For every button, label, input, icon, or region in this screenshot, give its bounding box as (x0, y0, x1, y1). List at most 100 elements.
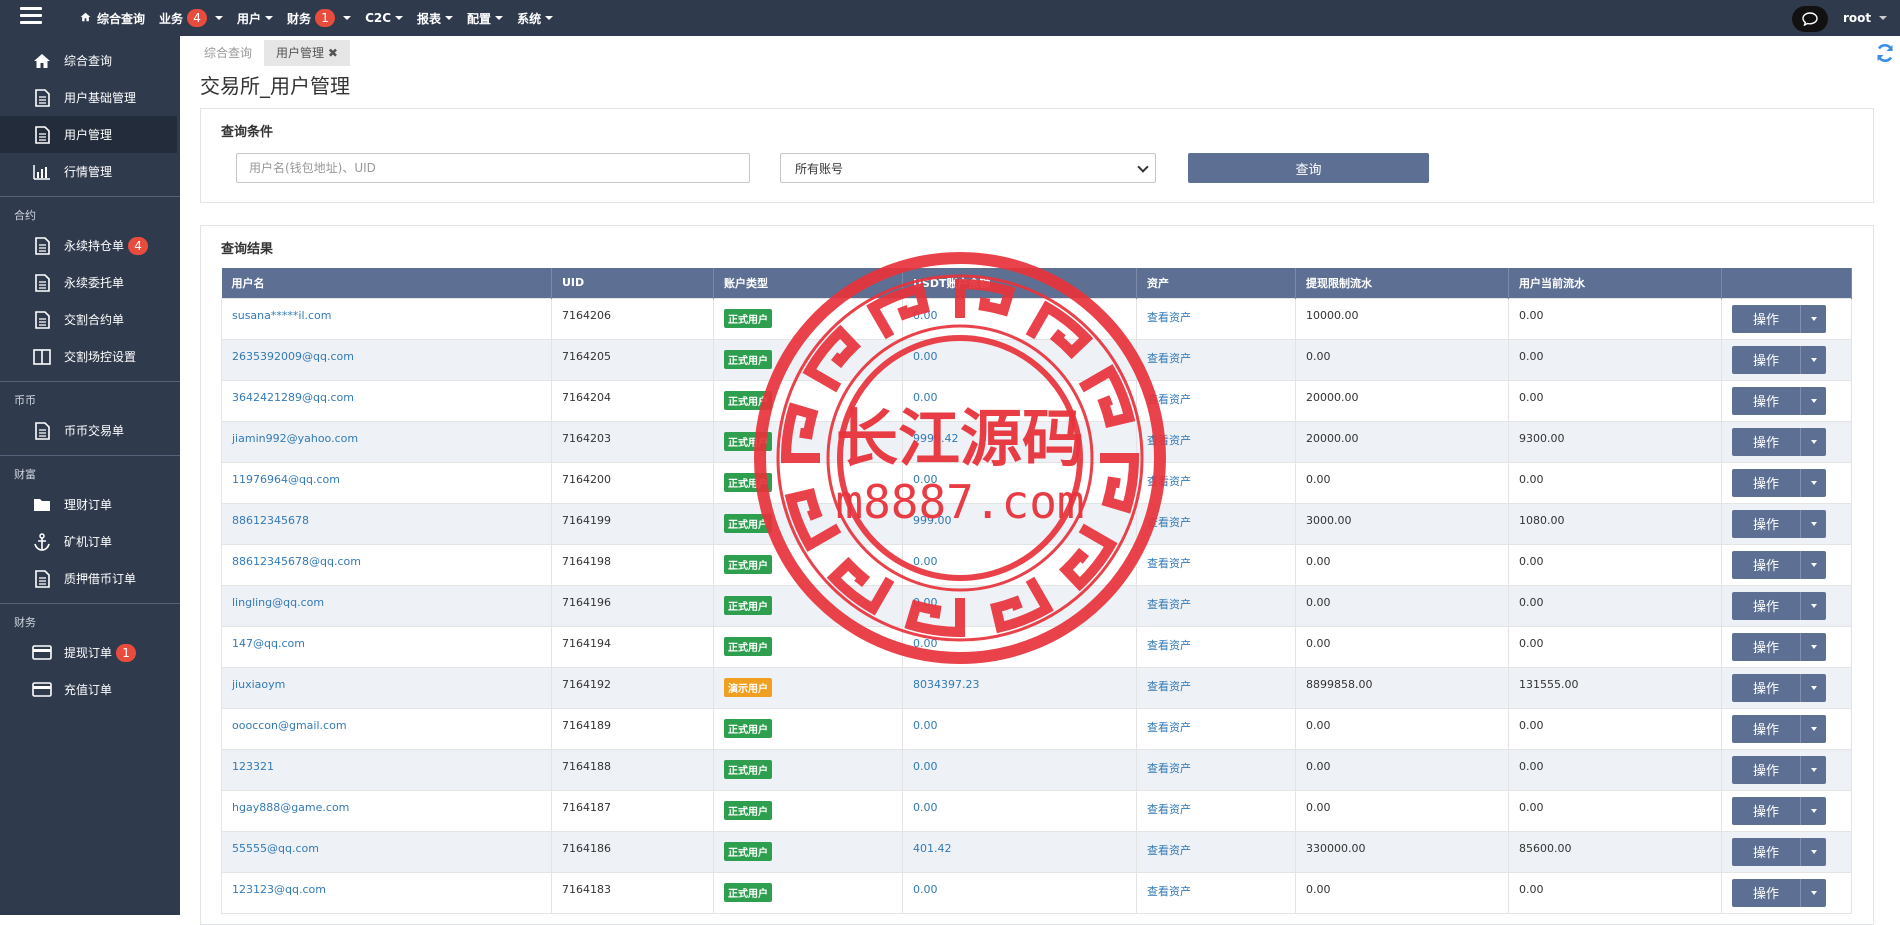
operate-button[interactable]: 操作 (1732, 755, 1800, 784)
sidebar-item[interactable]: 交割场控设置 (0, 338, 180, 375)
view-assets-link[interactable]: 查看资产 (1147, 680, 1191, 693)
operate-button[interactable]: 操作 (1732, 468, 1800, 497)
view-assets-link[interactable]: 查看资产 (1147, 803, 1191, 816)
operate-dropdown-toggle[interactable] (1800, 632, 1826, 661)
top-nav-item-5[interactable]: 报表 (417, 10, 454, 27)
top-nav-item-4[interactable]: C2C (365, 11, 404, 25)
operate-dropdown-toggle[interactable] (1800, 509, 1826, 538)
tab-user-management[interactable]: 用户管理 ✖ (264, 40, 350, 66)
operate-dropdown-toggle[interactable] (1800, 550, 1826, 579)
balance-link[interactable]: 0.00 (913, 637, 938, 650)
operate-button[interactable]: 操作 (1732, 837, 1800, 866)
top-nav-item-6[interactable]: 配置 (467, 10, 504, 27)
view-assets-link[interactable]: 查看资产 (1147, 844, 1191, 857)
operate-dropdown-toggle[interactable] (1800, 304, 1826, 333)
sidebar-item[interactable]: 行情管理 (0, 153, 180, 190)
username-link[interactable]: lingling@qq.com (232, 596, 324, 609)
tab-overview[interactable]: 综合查询 (192, 40, 264, 66)
operate-button[interactable]: 操作 (1732, 591, 1800, 620)
sidebar-item[interactable]: 理财订单 (0, 486, 180, 523)
chat-icon[interactable] (1792, 6, 1828, 32)
balance-link[interactable]: 0.00 (913, 350, 938, 363)
menu-toggle-icon[interactable] (20, 7, 42, 27)
top-nav-item-2[interactable]: 用户 (237, 10, 274, 27)
operate-dropdown-toggle[interactable] (1800, 755, 1826, 784)
operate-button[interactable]: 操作 (1732, 632, 1800, 661)
operate-dropdown-toggle[interactable] (1800, 796, 1826, 825)
operate-button[interactable]: 操作 (1732, 427, 1800, 456)
operate-button[interactable]: 操作 (1732, 673, 1800, 702)
view-assets-link[interactable]: 查看资产 (1147, 762, 1191, 775)
top-nav-item-7[interactable]: 系统 (517, 10, 554, 27)
view-assets-link[interactable]: 查看资产 (1147, 639, 1191, 652)
sidebar-item[interactable]: 综合查询 (0, 42, 180, 79)
view-assets-link[interactable]: 查看资产 (1147, 885, 1191, 898)
username-link[interactable]: hgay888@game.com (232, 801, 349, 814)
operate-button[interactable]: 操作 (1732, 878, 1800, 907)
balance-link[interactable]: 0.00 (913, 719, 938, 732)
sidebar-item[interactable]: 提现订单 1 (0, 634, 180, 671)
view-assets-link[interactable]: 查看资产 (1147, 434, 1191, 447)
view-assets-link[interactable]: 查看资产 (1147, 311, 1191, 324)
username-link[interactable]: 2635392009@qq.com (232, 350, 354, 363)
view-assets-link[interactable]: 查看资产 (1147, 721, 1191, 734)
balance-link[interactable]: 9999.42 (913, 432, 959, 445)
operate-dropdown-toggle[interactable] (1800, 714, 1826, 743)
username-link[interactable]: jiuxiaoym (232, 678, 285, 691)
balance-link[interactable]: 0.00 (913, 555, 938, 568)
operate-dropdown-toggle[interactable] (1800, 673, 1826, 702)
search-input[interactable] (236, 153, 750, 183)
operate-button[interactable]: 操作 (1732, 386, 1800, 415)
view-assets-link[interactable]: 查看资产 (1147, 598, 1191, 611)
username-link[interactable]: 11976964@qq.com (232, 473, 340, 486)
sidebar-item[interactable]: 用户基础管理 (0, 79, 180, 116)
sidebar-item[interactable]: 矿机订单 (0, 523, 180, 560)
username-link[interactable]: jiamin992@yahoo.com (232, 432, 358, 445)
balance-link[interactable]: 8034397.23 (913, 678, 979, 691)
operate-dropdown-toggle[interactable] (1800, 591, 1826, 620)
user-menu[interactable]: root (1843, 0, 1888, 36)
sidebar-item[interactable]: 交割合约单 (0, 301, 180, 338)
username-link[interactable]: 123321 (232, 760, 274, 773)
view-assets-link[interactable]: 查看资产 (1147, 475, 1191, 488)
balance-link[interactable]: 0.00 (913, 801, 938, 814)
username-link[interactable]: 123123@qq.com (232, 883, 326, 896)
operate-dropdown-toggle[interactable] (1800, 468, 1826, 497)
balance-link[interactable]: 401.42 (913, 842, 952, 855)
sidebar-item[interactable]: 用户管理 (0, 116, 177, 153)
view-assets-link[interactable]: 查看资产 (1147, 516, 1191, 529)
operate-button[interactable]: 操作 (1732, 509, 1800, 538)
sidebar-item[interactable]: 永续委托单 (0, 264, 180, 301)
operate-dropdown-toggle[interactable] (1800, 345, 1826, 374)
top-nav-item-3[interactable]: 财务 1 (287, 9, 352, 27)
operate-button[interactable]: 操作 (1732, 304, 1800, 333)
balance-link[interactable]: 999.00 (913, 514, 952, 527)
query-button[interactable]: 查询 (1188, 153, 1429, 183)
view-assets-link[interactable]: 查看资产 (1147, 557, 1191, 570)
operate-button[interactable]: 操作 (1732, 345, 1800, 374)
operate-dropdown-toggle[interactable] (1800, 427, 1826, 456)
sidebar-item[interactable]: 永续持仓单 4 (0, 227, 180, 264)
sidebar-item[interactable]: 币币交易单 (0, 412, 180, 449)
operate-dropdown-toggle[interactable] (1800, 837, 1826, 866)
top-nav-item-1[interactable]: 业务 4 (159, 9, 224, 27)
username-link[interactable]: 55555@qq.com (232, 842, 319, 855)
username-link[interactable]: 3642421289@qq.com (232, 391, 354, 404)
operate-dropdown-toggle[interactable] (1800, 386, 1826, 415)
username-link[interactable]: 88612345678 (232, 514, 309, 527)
username-link[interactable]: 147@qq.com (232, 637, 305, 650)
view-assets-link[interactable]: 查看资产 (1147, 352, 1191, 365)
sidebar-item[interactable]: 充值订单 (0, 671, 180, 708)
operate-button[interactable]: 操作 (1732, 714, 1800, 743)
view-assets-link[interactable]: 查看资产 (1147, 393, 1191, 406)
balance-link[interactable]: 0.00 (913, 391, 938, 404)
username-link[interactable]: 88612345678@qq.com (232, 555, 361, 568)
operate-button[interactable]: 操作 (1732, 796, 1800, 825)
account-type-select[interactable]: 所有账号 (780, 153, 1156, 183)
username-link[interactable]: oooccon@gmail.com (232, 719, 347, 732)
top-nav-item-0[interactable]: 综合查询 (80, 10, 145, 27)
refresh-icon[interactable] (1874, 42, 1896, 64)
username-link[interactable]: susana*****il.com (232, 309, 332, 322)
sidebar-item[interactable]: 质押借币订单 (0, 560, 180, 597)
operate-dropdown-toggle[interactable] (1800, 878, 1826, 907)
